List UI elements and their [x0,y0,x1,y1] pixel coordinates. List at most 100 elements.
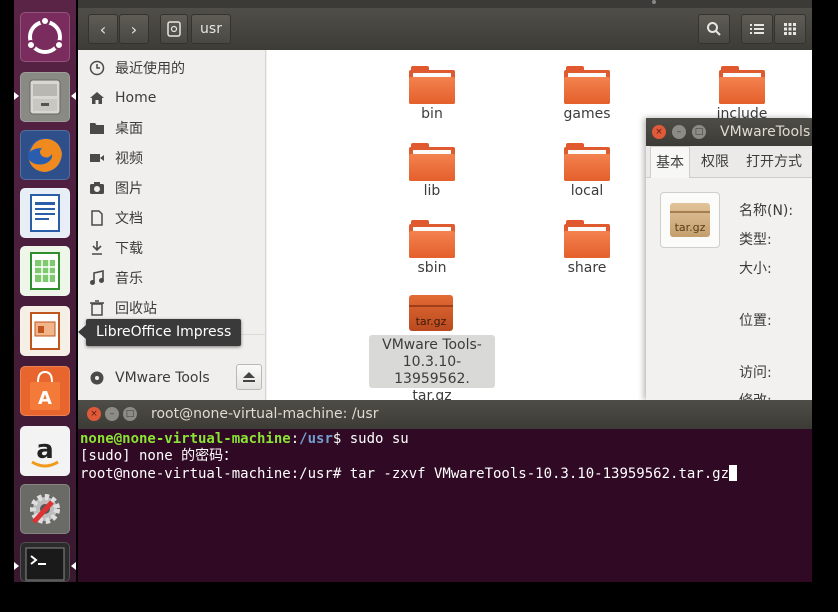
tab-open-with[interactable]: 打开方式 [741,146,807,178]
launcher-tooltip: LibreOffice Impress [77,319,242,346]
sidebar-item-label: 最近使用的 [115,61,185,77]
forward-button[interactable]: › [119,14,149,44]
file-item-vmwaretools-archive[interactable]: tar.gz VMware Tools- 10.3.10-13959562. t… [369,293,495,404]
location-root-button[interactable] [160,14,188,44]
launcher-impress-button[interactable] [20,306,70,356]
launcher: A a [14,0,76,582]
sidebar-item-home[interactable]: Home [88,86,156,110]
terminal-line: none@none-virtual-machine:/usr$ sudo su [80,431,409,447]
properties-titlebar: × – □ VMwareTools [646,118,812,146]
back-button[interactable]: ‹ [88,14,118,44]
close-button[interactable]: × [652,125,666,139]
sidebar-item-trash[interactable]: 回收站 [88,296,157,320]
folder-icon [719,66,769,106]
launcher-amazon-button[interactable]: a [20,426,70,476]
list-view-icon [750,24,764,34]
chevron-right-icon: › [130,19,138,39]
sidebar-item-label: 下载 [115,241,143,257]
terminal-window: × – □ root@none-virtual-machine: /usr no… [78,400,812,582]
properties-tabs: 基本 权限 打开方式 [646,146,812,178]
archive-icon: tar.gz [409,295,453,331]
folder-label: local [570,183,604,199]
running-indicator [14,92,19,100]
sidebar-item-recent[interactable]: 最近使用的 [88,56,185,80]
grid-view-icon [784,23,796,35]
files-toolbar: ‹ › usr [78,8,812,50]
sidebar-item-documents[interactable]: 文档 [88,206,143,230]
minimize-button[interactable]: – [105,407,119,421]
sidebar-item-pictures[interactable]: 图片 [88,176,143,200]
terminal-title: root@none-virtual-machine: /usr [151,406,379,422]
launcher-settings-button[interactable] [20,484,70,534]
maximize-button[interactable]: □ [123,407,137,421]
active-indicator [71,562,76,570]
folder-icon [88,119,106,137]
camera-icon [88,179,106,197]
eject-button[interactable] [236,364,262,390]
sidebar-item-label: VMware Tools [115,370,210,386]
folder-icon [564,66,614,106]
sidebar-item-music[interactable]: 音乐 [88,266,143,290]
document-icon [88,209,106,227]
sidebar-item-videos[interactable]: 视频 [88,146,143,170]
launcher-dash-button[interactable] [20,12,70,62]
launcher-files-button[interactable] [20,72,70,122]
file-icon-button[interactable]: tar.gz [660,192,720,248]
drive-icon [167,21,181,37]
sidebar-item-label: 音乐 [115,271,143,287]
tab-permissions[interactable]: 权限 [696,146,734,178]
maximize-button[interactable]: □ [692,125,706,139]
dot [652,0,656,4]
close-icon: × [90,409,98,419]
terminal-line: [sudo] none 的密码： [80,448,238,464]
sidebar-item-vmware-tools[interactable]: VMware Tools [88,366,210,390]
folder-label: lib [423,183,441,199]
calc-icon [30,252,60,290]
folder-icon [409,66,459,106]
home-icon [88,89,106,107]
list-view-button[interactable] [741,14,773,44]
active-indicator [71,92,76,100]
grid-view-button[interactable] [774,14,806,44]
disc-icon [88,369,106,387]
label-location: 位置: [739,313,772,329]
label-accessed: 访问: [739,365,772,381]
ubuntu-logo-icon [26,16,64,54]
launcher-firefox-button[interactable] [20,130,70,180]
trash-icon [88,299,106,317]
launcher-terminal-button[interactable] [20,542,70,582]
sidebar-item-label: 视频 [115,151,143,167]
tab-basic[interactable]: 基本 [650,146,690,178]
terminal-titlebar: × – □ root@none-virtual-machine: /usr [78,400,812,429]
file-cabinet-icon [29,79,61,115]
folder-icon [409,143,459,183]
close-icon: × [655,127,663,137]
launcher-writer-button[interactable] [20,188,70,238]
launcher-software-button[interactable]: A [20,366,70,416]
running-indicator [14,562,19,570]
impress-icon [30,312,60,350]
amazon-icon: a [31,435,59,468]
folder-icon [564,143,614,183]
close-button[interactable]: × [87,407,101,421]
search-button[interactable] [698,14,730,44]
shopping-bag-icon: A [30,370,60,410]
path-label: usr [200,21,222,37]
folder-icon [564,220,614,260]
terminal-output[interactable]: none@none-virtual-machine:/usr$ sudo su[… [78,429,812,582]
label-name: 名称(N): [739,203,794,219]
search-icon [707,22,721,36]
label-type: 类型: [739,232,772,248]
music-icon [88,269,106,287]
properties-dialog: × – □ VMwareTools 基本 权限 打开方式 tar.gz 名称(N… [646,118,812,409]
path-button-usr[interactable]: usr [191,14,231,44]
folder-icon [409,220,459,260]
chevron-left-icon: ‹ [99,19,107,39]
minimize-button[interactable]: – [672,125,686,139]
launcher-calc-button[interactable] [20,246,70,296]
clock-icon [88,59,106,77]
text-cursor [729,465,738,481]
sidebar-item-label: 桌面 [115,121,143,137]
sidebar-item-downloads[interactable]: 下载 [88,236,143,260]
sidebar-item-desktop[interactable]: 桌面 [88,116,143,140]
